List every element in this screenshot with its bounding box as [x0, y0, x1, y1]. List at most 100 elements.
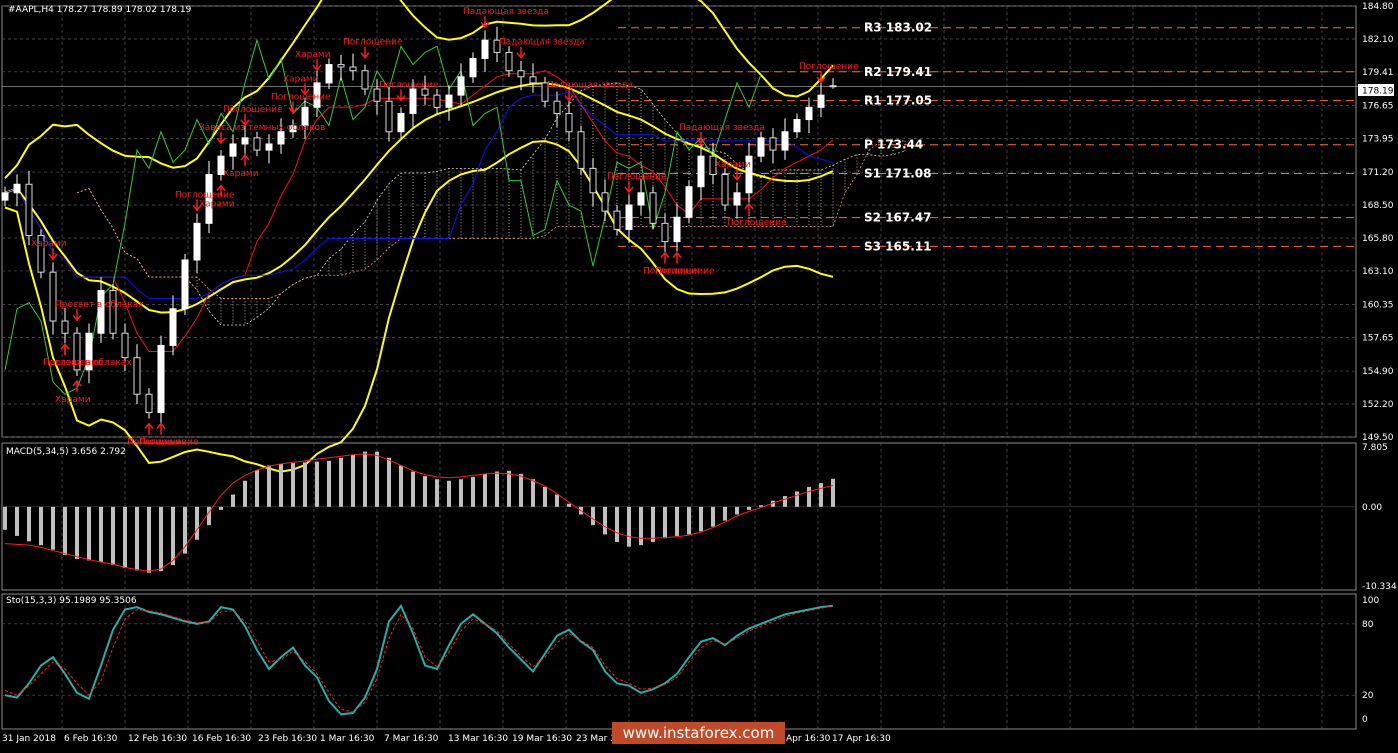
macd-bar: [63, 506, 67, 556]
current-price-label: 178.19: [1362, 87, 1394, 97]
candle-body: [169, 308, 177, 346]
candle-body: [349, 66, 357, 72]
price-tick-label: 165.80: [1362, 234, 1394, 244]
time-tick-label: 7 Mar 16:30: [384, 734, 439, 744]
candle-body: [385, 100, 393, 133]
candle-body: [649, 192, 657, 224]
macd-bar: [483, 473, 487, 507]
macd-bar: [75, 506, 79, 559]
candle-body: [637, 192, 645, 206]
pattern-label: Поглощение: [727, 218, 787, 228]
candle-body: [625, 204, 633, 230]
candle-body: [361, 70, 369, 90]
time-tick-label: 23 Feb 16:30: [258, 734, 317, 744]
sto-tick-label: 20: [1362, 691, 1374, 701]
macd-bar: [687, 506, 691, 535]
chart-window[interactable]: R3 183.02 R2 179.41 R1 177.05 P 173.44 S1 17…: [0, 0, 1398, 749]
macd-bar: [387, 457, 391, 507]
price-tick-label: 182.10: [1362, 35, 1394, 45]
candle-body: [241, 137, 249, 145]
pivot-label: R1 177.05: [864, 94, 932, 108]
candle-body: [49, 271, 57, 322]
pivot-label: S2 167.47: [864, 211, 931, 225]
macd-bar: [267, 465, 271, 507]
macd-bar: [375, 451, 379, 507]
candle-body: [13, 183, 21, 194]
pattern-label: Просвет в облаках: [43, 358, 132, 368]
macd-bar: [819, 483, 823, 507]
macd-bar: [723, 506, 727, 521]
candle-body: [409, 88, 417, 114]
pattern-label: Поглощение: [271, 93, 331, 103]
candle-body: [457, 76, 465, 96]
macd-bar: [243, 480, 247, 507]
price-tick-label: 176.65: [1362, 102, 1394, 112]
candle-body: [325, 64, 333, 84]
macd-bar: [831, 478, 835, 507]
time-tick-label: 19 Mar 16:30: [512, 734, 572, 744]
time-tick-label: 17 Apr 16:30: [832, 734, 891, 744]
price-tick-label: 179.41: [1362, 68, 1394, 78]
candle-body: [397, 112, 405, 133]
macd-bar: [171, 506, 175, 566]
price-tick-label: 171.20: [1362, 168, 1394, 178]
macd-bar: [567, 503, 571, 507]
pivot-label: R3 183.02: [864, 21, 932, 35]
candle-body: [229, 143, 237, 157]
macd-bar: [135, 506, 139, 571]
price-tick-label: 173.95: [1362, 134, 1394, 144]
candle-body: [733, 192, 741, 206]
candle-body: [373, 88, 381, 102]
candle-body: [661, 222, 669, 243]
candle-body: [253, 137, 261, 151]
sto-tick-label: 100: [1362, 596, 1379, 606]
pattern-label: Харами: [283, 74, 319, 84]
pattern-label: Падающая звезда: [499, 38, 585, 48]
pattern-label: Харами: [55, 395, 91, 405]
macd-bar: [639, 506, 643, 546]
candle-body: [505, 51, 513, 72]
candle-body: [769, 137, 777, 151]
candle-body: [25, 183, 33, 237]
candle-body: [157, 344, 165, 414]
time-tick-label: Apr 16:30: [786, 734, 831, 744]
candle-body: [133, 357, 141, 395]
macd-bar: [159, 506, 163, 572]
macd-bar: [123, 506, 127, 569]
candle-body: [805, 106, 813, 121]
pattern-label: Просвет в облаках: [55, 300, 144, 310]
macd-bar: [219, 506, 223, 510]
time-tick-label: 12 Feb 16:30: [128, 734, 187, 744]
macd-bar: [495, 471, 499, 507]
macd-bar: [315, 461, 319, 507]
macd-bar: [519, 473, 523, 507]
candle-body: [793, 119, 801, 133]
price-chart[interactable]: R3 183.02 R2 179.41 R1 177.05 P 173.44 S1 17…: [0, 0, 1398, 749]
price-tick-label: 157.65: [1362, 333, 1394, 343]
macd-bar: [147, 506, 151, 573]
candle-body: [109, 289, 117, 334]
pivot-label: R2 179.41: [864, 65, 932, 79]
chart-background: [0, 0, 1398, 749]
candle-body: [469, 58, 477, 78]
pivot-label: S3 165.11: [864, 239, 931, 253]
price-tick-label: 149.50: [1362, 433, 1394, 443]
macd-bar: [543, 486, 547, 507]
macd-bar: [699, 506, 703, 532]
candle-body: [577, 131, 585, 169]
pattern-label: Поглощение: [655, 267, 715, 277]
macd-bar: [255, 470, 259, 507]
macd-bar: [459, 479, 463, 507]
candle-body: [757, 137, 765, 157]
macd-bar: [711, 506, 715, 527]
macd-bar: [603, 506, 607, 535]
sto-title: Sto(15,3,3) 95.1989 95.3506: [6, 596, 137, 606]
macd-bar: [735, 506, 739, 515]
macd-tick-label: 7.805: [1362, 443, 1388, 453]
pattern-label: Харами: [31, 239, 67, 249]
price-tick-label: 168.50: [1362, 201, 1394, 211]
candle-body: [517, 70, 525, 78]
macd-bar: [231, 494, 235, 507]
price-tick-label: 152.20: [1362, 400, 1394, 410]
macd-bar: [783, 496, 787, 507]
